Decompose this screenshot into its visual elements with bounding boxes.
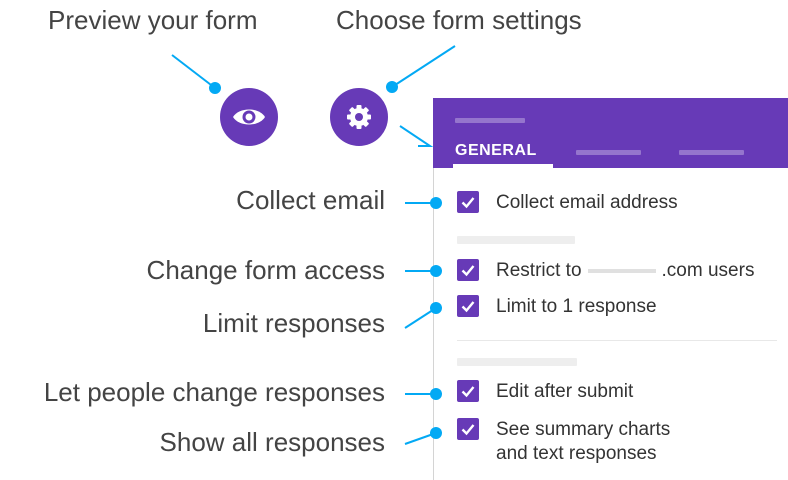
- arrow-icon: [399, 125, 434, 147]
- show-responses-connector-dot: [430, 427, 442, 439]
- settings-connector-line: [391, 45, 456, 88]
- limit-connector-dot: [430, 302, 442, 314]
- settings-connector-dot: [386, 81, 398, 93]
- callout-connectors: [171, 45, 456, 445]
- preview-connector-line: [171, 54, 216, 89]
- preview-connector-dot: [209, 82, 221, 94]
- collect-email-connector-dot: [430, 197, 442, 209]
- change-responses-connector-dot: [430, 388, 442, 400]
- change-access-connector-dot: [430, 265, 442, 277]
